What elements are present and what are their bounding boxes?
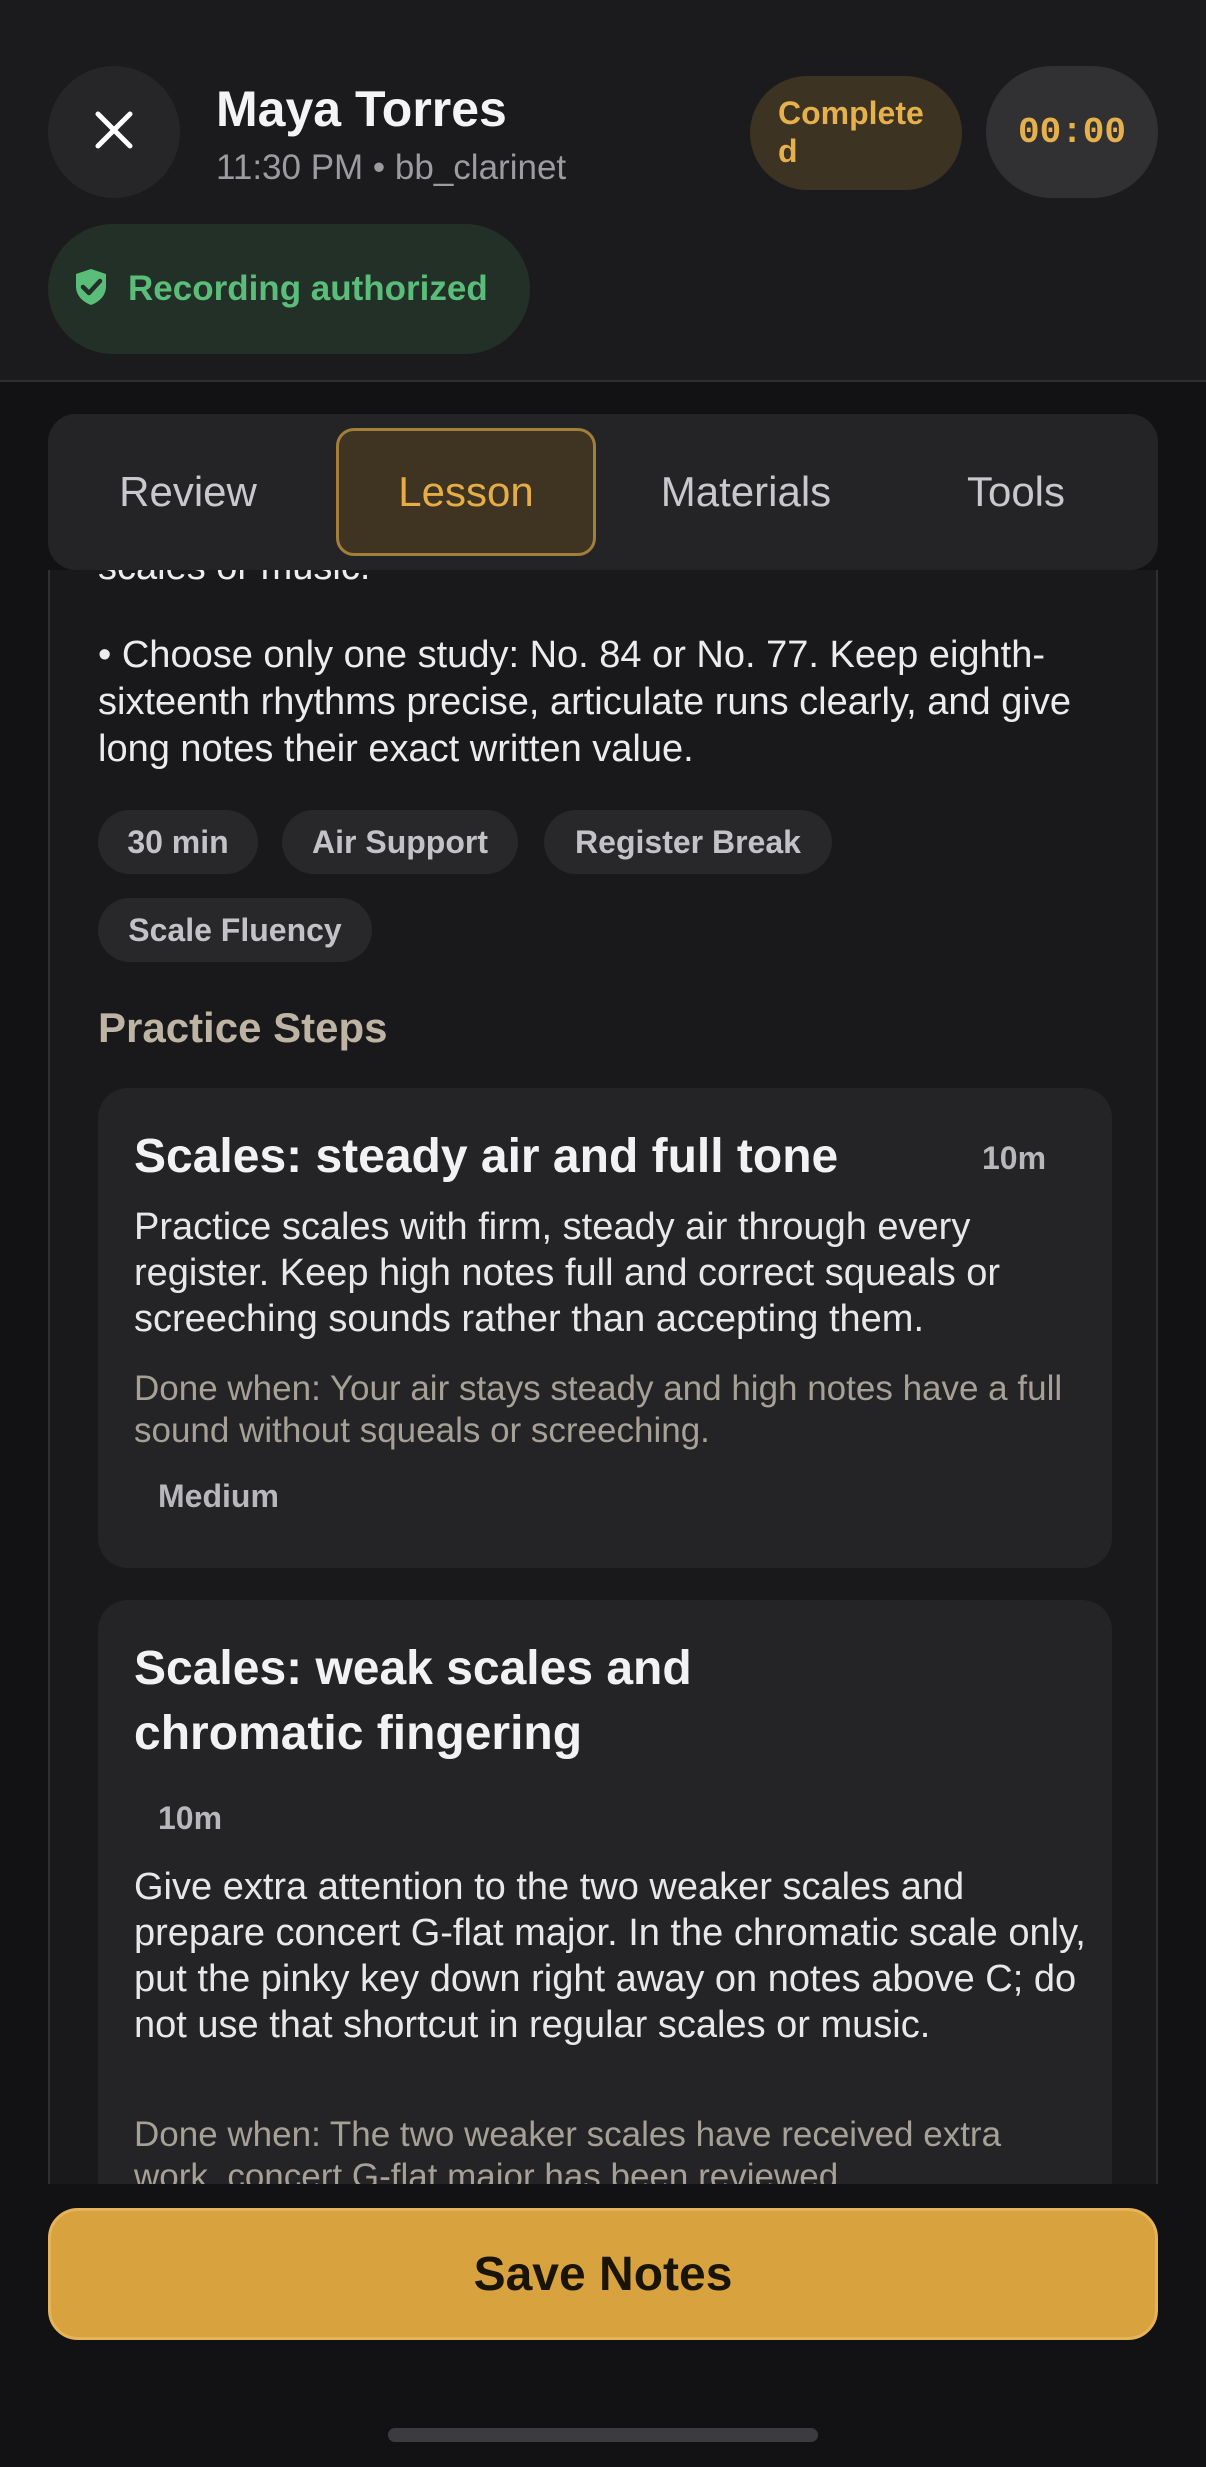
lesson-bullet: • Choose only one study: No. 84 or No. 7… bbox=[98, 634, 1071, 770]
step-done-when: Done when: The two weaker scales have re… bbox=[134, 2115, 1002, 2184]
close-button[interactable] bbox=[48, 66, 180, 198]
close-icon bbox=[94, 110, 134, 155]
save-notes-button[interactable]: Save Notes bbox=[48, 2208, 1158, 2340]
lesson-content[interactable]: scales or music. • Choose only one study… bbox=[48, 570, 1158, 2184]
chip-scale-fluency: Scale Fluency bbox=[98, 898, 372, 962]
recording-authorized-badge: Recording authorized bbox=[48, 224, 530, 354]
practice-steps-title: Practice Steps bbox=[98, 1004, 388, 1051]
step-title: Scales: steady air and full tone bbox=[134, 1130, 839, 1183]
session-meta: 11:30 PM • bb_clarinet bbox=[216, 148, 567, 187]
step-done-when: Done when: Your air stays steady and hig… bbox=[134, 1369, 1063, 1450]
tab-tools[interactable]: Tools bbox=[896, 428, 1136, 556]
tab-review[interactable]: Review bbox=[68, 428, 308, 556]
step-level: Medium bbox=[158, 1478, 279, 1514]
shield-check-icon bbox=[74, 268, 108, 311]
step-description: Practice scales with firm, steady air th… bbox=[134, 1206, 1001, 1340]
session-header: Maya Torres 11:30 PM • bb_clarinet Compl… bbox=[0, 0, 1206, 382]
chip-duration: 30 min bbox=[98, 810, 258, 874]
chip-register-break: Register Break bbox=[544, 810, 832, 874]
status-badge: Completed bbox=[750, 76, 962, 190]
lesson-text-clipped: scales or music. bbox=[98, 570, 370, 589]
session-timer[interactable]: 00:00 bbox=[986, 66, 1158, 198]
tab-lesson[interactable]: Lesson bbox=[336, 428, 596, 556]
step-title: Scales: weak scales and chromatic finger… bbox=[134, 1642, 692, 1760]
home-indicator[interactable] bbox=[388, 2428, 818, 2442]
tab-bar: Review Lesson Materials Tools bbox=[48, 414, 1158, 570]
step-duration: 10m bbox=[982, 1140, 1047, 1176]
step-description: Give extra attention to the two weaker s… bbox=[134, 1866, 1086, 2046]
tab-materials[interactable]: Materials bbox=[616, 428, 876, 556]
recording-authorized-label: Recording authorized bbox=[128, 269, 488, 308]
chip-air-support: Air Support bbox=[282, 810, 518, 874]
student-name: Maya Torres bbox=[216, 81, 507, 137]
step-duration: 10m bbox=[158, 1800, 223, 1836]
practice-step-card[interactable]: Scales: steady air and full tone 10m Pra… bbox=[98, 1088, 1112, 1568]
practice-step-card[interactable]: Scales: weak scales and chromatic finger… bbox=[98, 1600, 1112, 2184]
